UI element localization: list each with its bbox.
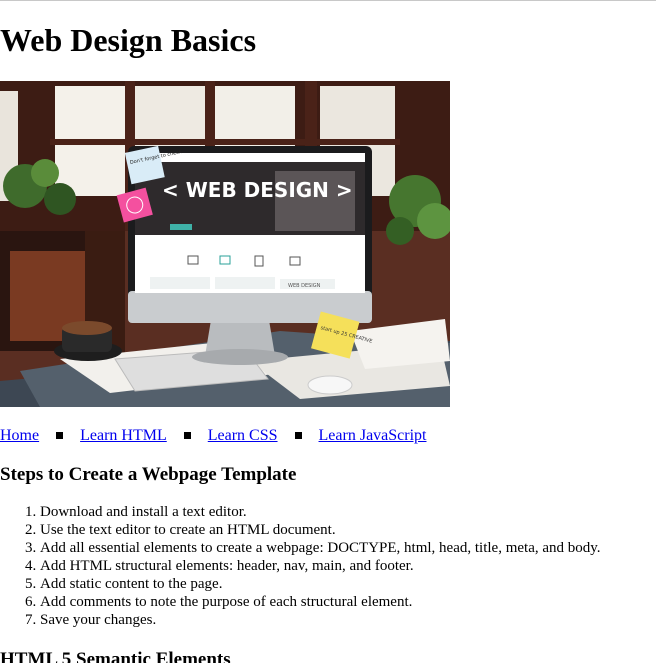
screen-headline: < WEB DESIGN >	[162, 178, 353, 202]
screen-card-label: WEB DESIGN	[288, 283, 321, 289]
hero-image: < WEB DESIGN > WEB DESIGN Don't forget t…	[0, 81, 450, 407]
nav-link-learn-css[interactable]: Learn CSS	[208, 427, 278, 444]
nav-link-learn-html[interactable]: Learn HTML	[80, 427, 167, 444]
list-item: Use the text editor to create an HTML do…	[40, 521, 601, 539]
list-item: Add static content to the page.	[40, 575, 601, 593]
list-item: Add comments to note the purpose of each…	[40, 593, 601, 611]
list-item: Add HTML structural elements: header, na…	[40, 557, 601, 575]
list-item: Save your changes.	[40, 611, 601, 629]
page-title: Web Design Basics	[0, 22, 257, 58]
semantic-elements-heading: HTML 5 Semantic Elements	[0, 649, 231, 663]
nav-separator-square-icon	[183, 431, 191, 439]
nav-separator-square-icon	[56, 431, 64, 439]
nav-link-learn-javascript[interactable]: Learn JavaScript	[319, 427, 427, 444]
top-divider	[0, 0, 656, 1]
list-item: Add all essential elements to create a w…	[40, 539, 601, 557]
list-item: Download and install a text editor.	[40, 503, 601, 521]
main-nav: Home Learn HTML Learn CSS Learn JavaScript	[0, 426, 426, 446]
nav-separator-square-icon	[294, 431, 302, 439]
nav-link-home[interactable]: Home	[0, 427, 39, 444]
steps-list: Download and install a text editor. Use …	[0, 503, 601, 629]
steps-heading: Steps to Create a Webpage Template	[0, 464, 297, 485]
